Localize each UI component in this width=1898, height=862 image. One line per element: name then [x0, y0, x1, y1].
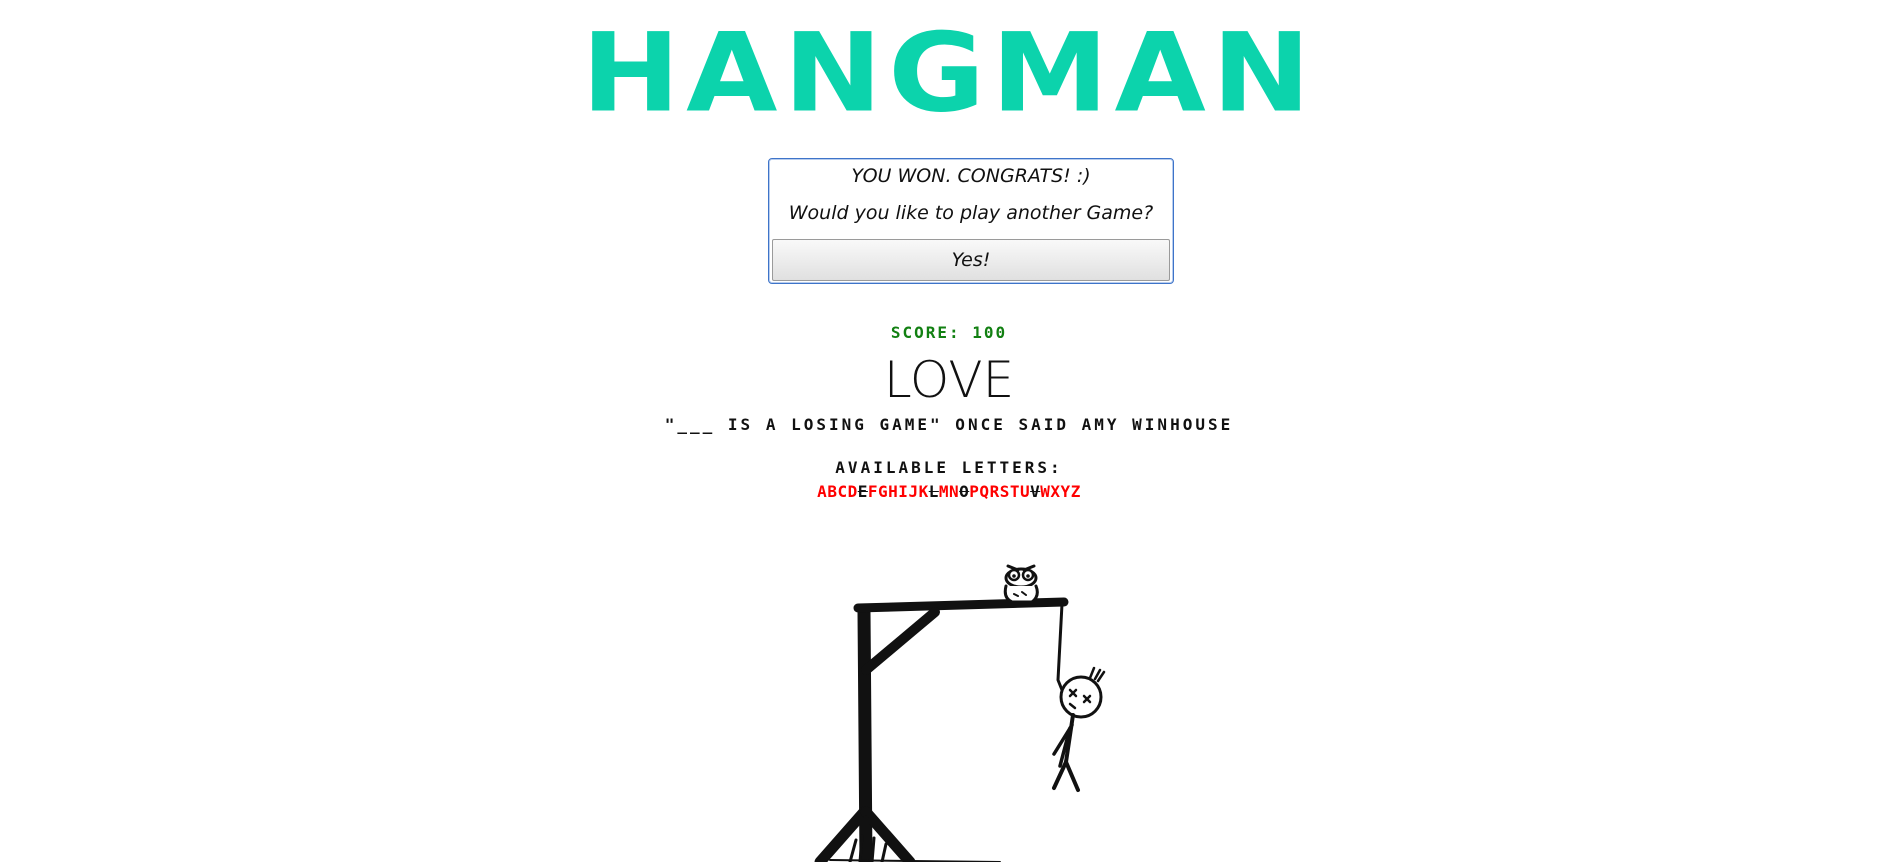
hangman-illustration: [814, 564, 1106, 862]
available-letters-list: ABCDEFGHIJKLMNOPQRSTUVWXYZ: [0, 482, 1898, 501]
guessed-word: LOVE: [883, 351, 1015, 409]
letter-f[interactable]: F: [868, 482, 878, 501]
letter-x[interactable]: X: [1050, 482, 1060, 501]
letter-w[interactable]: W: [1040, 482, 1050, 501]
letter-h[interactable]: H: [888, 482, 898, 501]
letter-n[interactable]: N: [949, 482, 959, 501]
letter-t[interactable]: T: [1010, 482, 1020, 501]
letter-p[interactable]: P: [969, 482, 979, 501]
letter-g[interactable]: G: [878, 482, 888, 501]
word-hint: "___ IS A LOSING GAME" ONCE SAID AMY WIN…: [664, 415, 1234, 434]
letter-e: E: [857, 482, 868, 501]
game-title: HANGMAN: [581, 9, 1317, 137]
play-again-question: Would you like to play another Game?: [788, 202, 1154, 224]
letter-b[interactable]: B: [827, 482, 837, 501]
letter-l: L: [928, 482, 939, 501]
letter-o: O: [959, 482, 970, 501]
letter-j[interactable]: J: [908, 482, 918, 501]
letter-i[interactable]: I: [898, 482, 908, 501]
letter-d[interactable]: D: [848, 482, 858, 501]
letter-u[interactable]: U: [1020, 482, 1030, 501]
letter-k[interactable]: K: [919, 482, 929, 501]
letter-c[interactable]: C: [837, 482, 847, 501]
win-message: YOU WON. CONGRATS! :): [851, 165, 1091, 187]
letter-r[interactable]: R: [990, 482, 1000, 501]
letter-s[interactable]: S: [1000, 482, 1010, 501]
letter-a[interactable]: A: [817, 482, 827, 501]
win-dialog: YOU WON. CONGRATS! :) Would you like to …: [768, 158, 1174, 284]
letter-y[interactable]: Y: [1061, 482, 1071, 501]
letter-v: V: [1030, 482, 1041, 501]
yes-button[interactable]: Yes!: [772, 239, 1170, 281]
available-letters-label: AVAILABLE LETTERS:: [835, 458, 1063, 477]
score-display: SCORE: 100: [890, 323, 1008, 342]
letter-z[interactable]: Z: [1071, 482, 1081, 501]
letter-m[interactable]: M: [939, 482, 949, 501]
letter-q[interactable]: Q: [979, 482, 989, 501]
